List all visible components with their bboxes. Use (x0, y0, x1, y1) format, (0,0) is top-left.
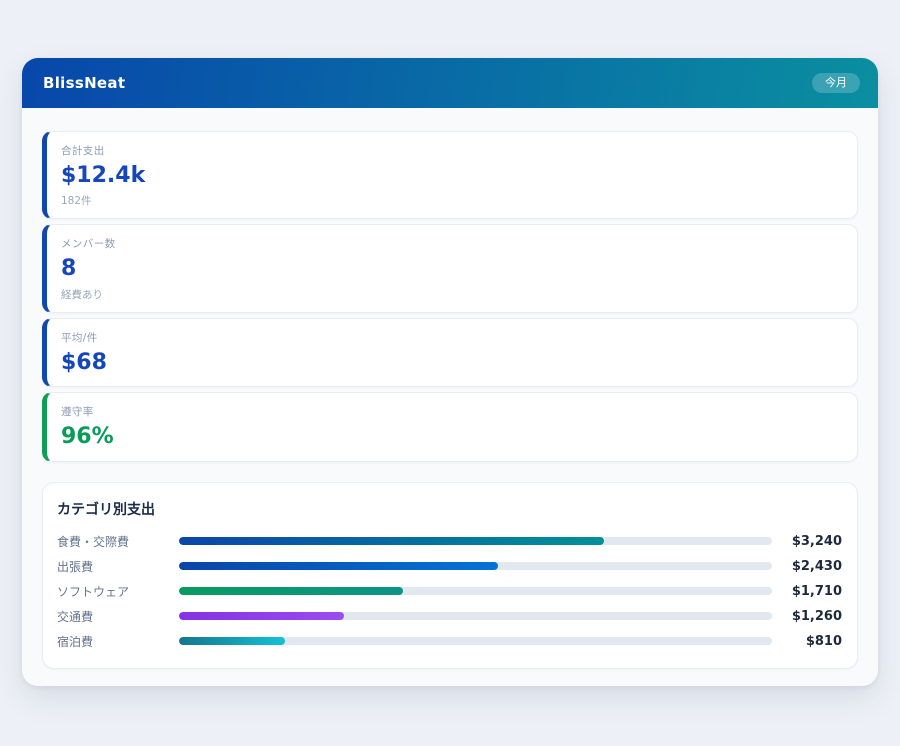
bar-fill (179, 637, 285, 645)
category-amount: $3,240 (784, 534, 842, 549)
bar-fill (179, 562, 498, 570)
category-row: 宿泊費 $810 (57, 629, 842, 654)
category-breakdown-card: カテゴリ別支出 食費・交際費 $3,240 出張費 $2,430 ソフトウェア … (42, 482, 858, 669)
stat-subtext: 182件 (61, 193, 839, 208)
category-label: ソフトウェア (57, 583, 179, 600)
period-badge[interactable]: 今月 (812, 73, 860, 93)
bar-track (179, 587, 772, 595)
category-amount: $810 (784, 634, 842, 649)
app-title: BlissNeat (43, 74, 125, 92)
bar-fill (179, 612, 344, 620)
stat-value: 96% (61, 424, 839, 450)
stat-label: メンバー数 (61, 236, 839, 251)
stat-value: $68 (61, 350, 839, 376)
category-label: 出張費 (57, 558, 179, 575)
category-row: ソフトウェア $1,710 (57, 579, 842, 604)
dashboard-content: 合計支出 $12.4k 182件 メンバー数 8 経費あり 平均/件 $68 遵… (22, 108, 878, 669)
stat-label: 遵守率 (61, 404, 839, 419)
stat-card-compliance-rate: 遵守率 96% (42, 392, 858, 461)
app-header: BlissNeat 今月 (22, 58, 878, 108)
bar-fill (179, 537, 604, 545)
stat-label: 平均/件 (61, 330, 839, 345)
stat-label: 合計支出 (61, 143, 839, 158)
bar-fill (179, 587, 403, 595)
bar-track (179, 612, 772, 620)
category-row: 食費・交際費 $3,240 (57, 529, 842, 554)
bar-track (179, 537, 772, 545)
stat-value: $12.4k (61, 163, 839, 189)
category-label: 宿泊費 (57, 633, 179, 650)
category-label: 交通費 (57, 608, 179, 625)
stat-card-average-per-item: 平均/件 $68 (42, 318, 858, 387)
category-amount: $1,260 (784, 609, 842, 624)
bar-track (179, 562, 772, 570)
category-label: 食費・交際費 (57, 533, 179, 550)
stat-card-total-spend: 合計支出 $12.4k 182件 (42, 131, 858, 219)
bar-track (179, 637, 772, 645)
category-amount: $2,430 (784, 559, 842, 574)
category-row: 交通費 $1,260 (57, 604, 842, 629)
category-breakdown-title: カテゴリ別支出 (57, 499, 842, 519)
stat-value: 8 (61, 256, 839, 282)
category-amount: $1,710 (784, 584, 842, 599)
stat-card-member-count: メンバー数 8 経費あり (42, 224, 858, 312)
dashboard-card: BlissNeat 今月 合計支出 $12.4k 182件 メンバー数 8 経費… (22, 58, 878, 686)
stat-subtext: 経費あり (61, 287, 839, 302)
category-row: 出張費 $2,430 (57, 554, 842, 579)
